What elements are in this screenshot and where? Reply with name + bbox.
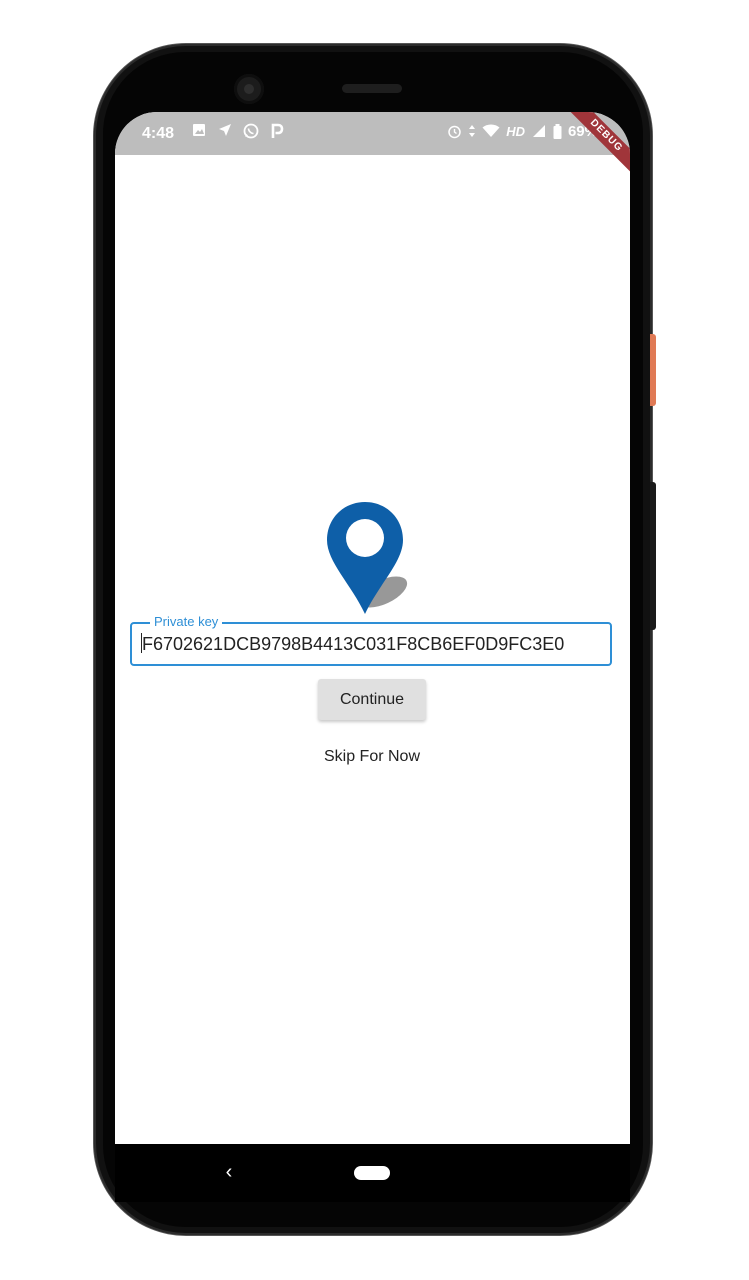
battery-icon — [553, 123, 562, 140]
screen: 4:48 HD 69% DEBUG Private key F6702621DC… — [115, 112, 630, 1202]
status-left-icons — [191, 123, 285, 139]
whatsapp-icon — [243, 123, 259, 139]
front-camera — [234, 74, 264, 104]
signal-icon — [531, 124, 547, 140]
device-mockup: 4:48 HD 69% DEBUG Private key F6702621DC… — [0, 0, 749, 1280]
private-key-input[interactable]: F6702621DCB9798B4413C031F8CB6EF0D9FC3E0 — [140, 633, 602, 655]
status-time: 4:48 — [142, 125, 175, 142]
wifi-icon — [482, 124, 500, 140]
private-key-label: Private key — [150, 614, 223, 630]
network-type: HD — [506, 124, 525, 139]
skip-for-now-button[interactable]: Skip For Now — [295, 742, 449, 772]
private-key-field[interactable]: Private key F6702621DCB9798B4413C031F8CB… — [130, 614, 612, 666]
status-right-icons: HD 69% — [446, 123, 598, 140]
parking-icon — [269, 123, 285, 139]
home-pill[interactable] — [354, 1166, 390, 1180]
private-key-value: F6702621DCB9798B4413C031F8CB6EF0D9FC3E0 — [142, 634, 565, 654]
continue-button[interactable]: Continue — [318, 679, 426, 720]
volume-button — [650, 482, 656, 630]
data-arrows-icon — [468, 124, 476, 140]
earpiece-speaker — [342, 84, 402, 93]
alarm-icon — [446, 124, 462, 140]
navigation-icon — [217, 123, 233, 139]
navigation-bar: ‹ — [115, 1144, 630, 1202]
back-icon[interactable]: ‹ — [219, 1160, 239, 1184]
image-icon — [191, 123, 207, 139]
location-pin-icon — [323, 500, 415, 618]
status-bar: 4:48 HD 69% — [115, 112, 630, 155]
power-button — [650, 334, 656, 406]
